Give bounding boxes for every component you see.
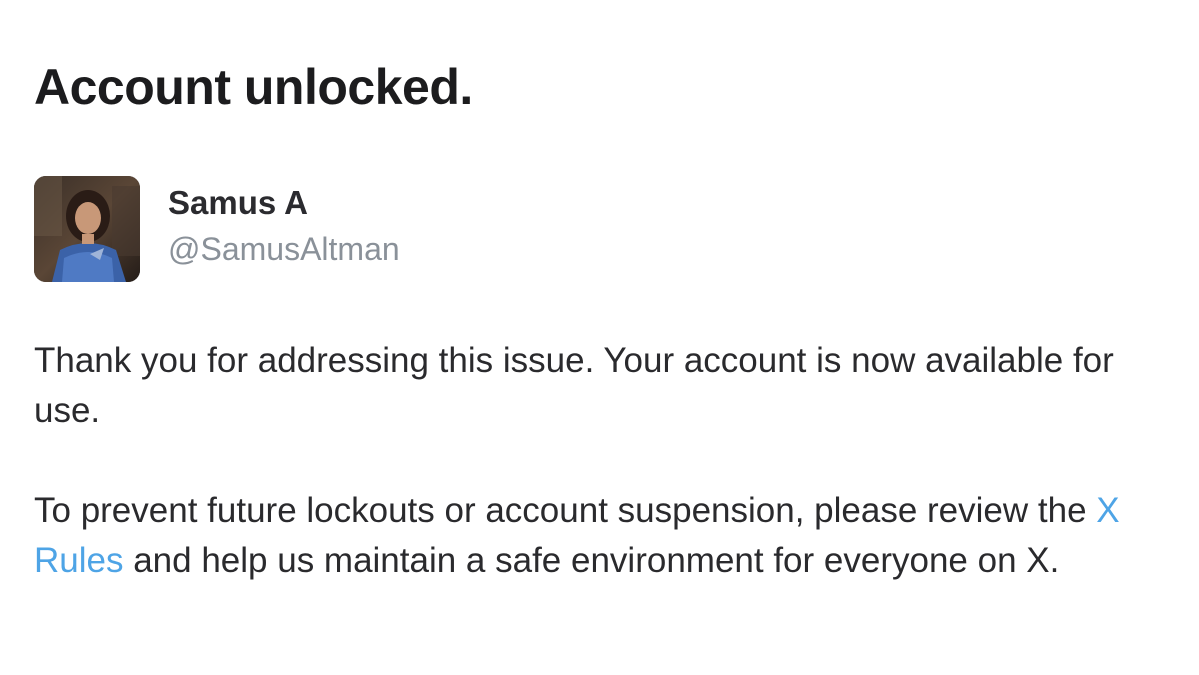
account-profile: Samus A @SamusAltman	[34, 176, 400, 282]
page-title: Account unlocked.	[34, 59, 473, 115]
profile-names: Samus A @SamusAltman	[168, 176, 400, 268]
message-paragraph: Thank you for addressing this issue. You…	[34, 341, 1114, 430]
display-name: Samus A	[168, 184, 308, 221]
message-text: To prevent future lockouts or account su…	[34, 491, 1097, 530]
avatar-photo-icon	[34, 176, 140, 282]
message-body: Thank you for addressing this issue. You…	[34, 336, 1174, 586]
message-text: and help us maintain a safe environment …	[123, 541, 1060, 580]
message-paragraph: To prevent future lockouts or account su…	[34, 486, 1174, 586]
user-handle: @SamusAltman	[168, 230, 400, 267]
avatar[interactable]	[34, 176, 140, 282]
